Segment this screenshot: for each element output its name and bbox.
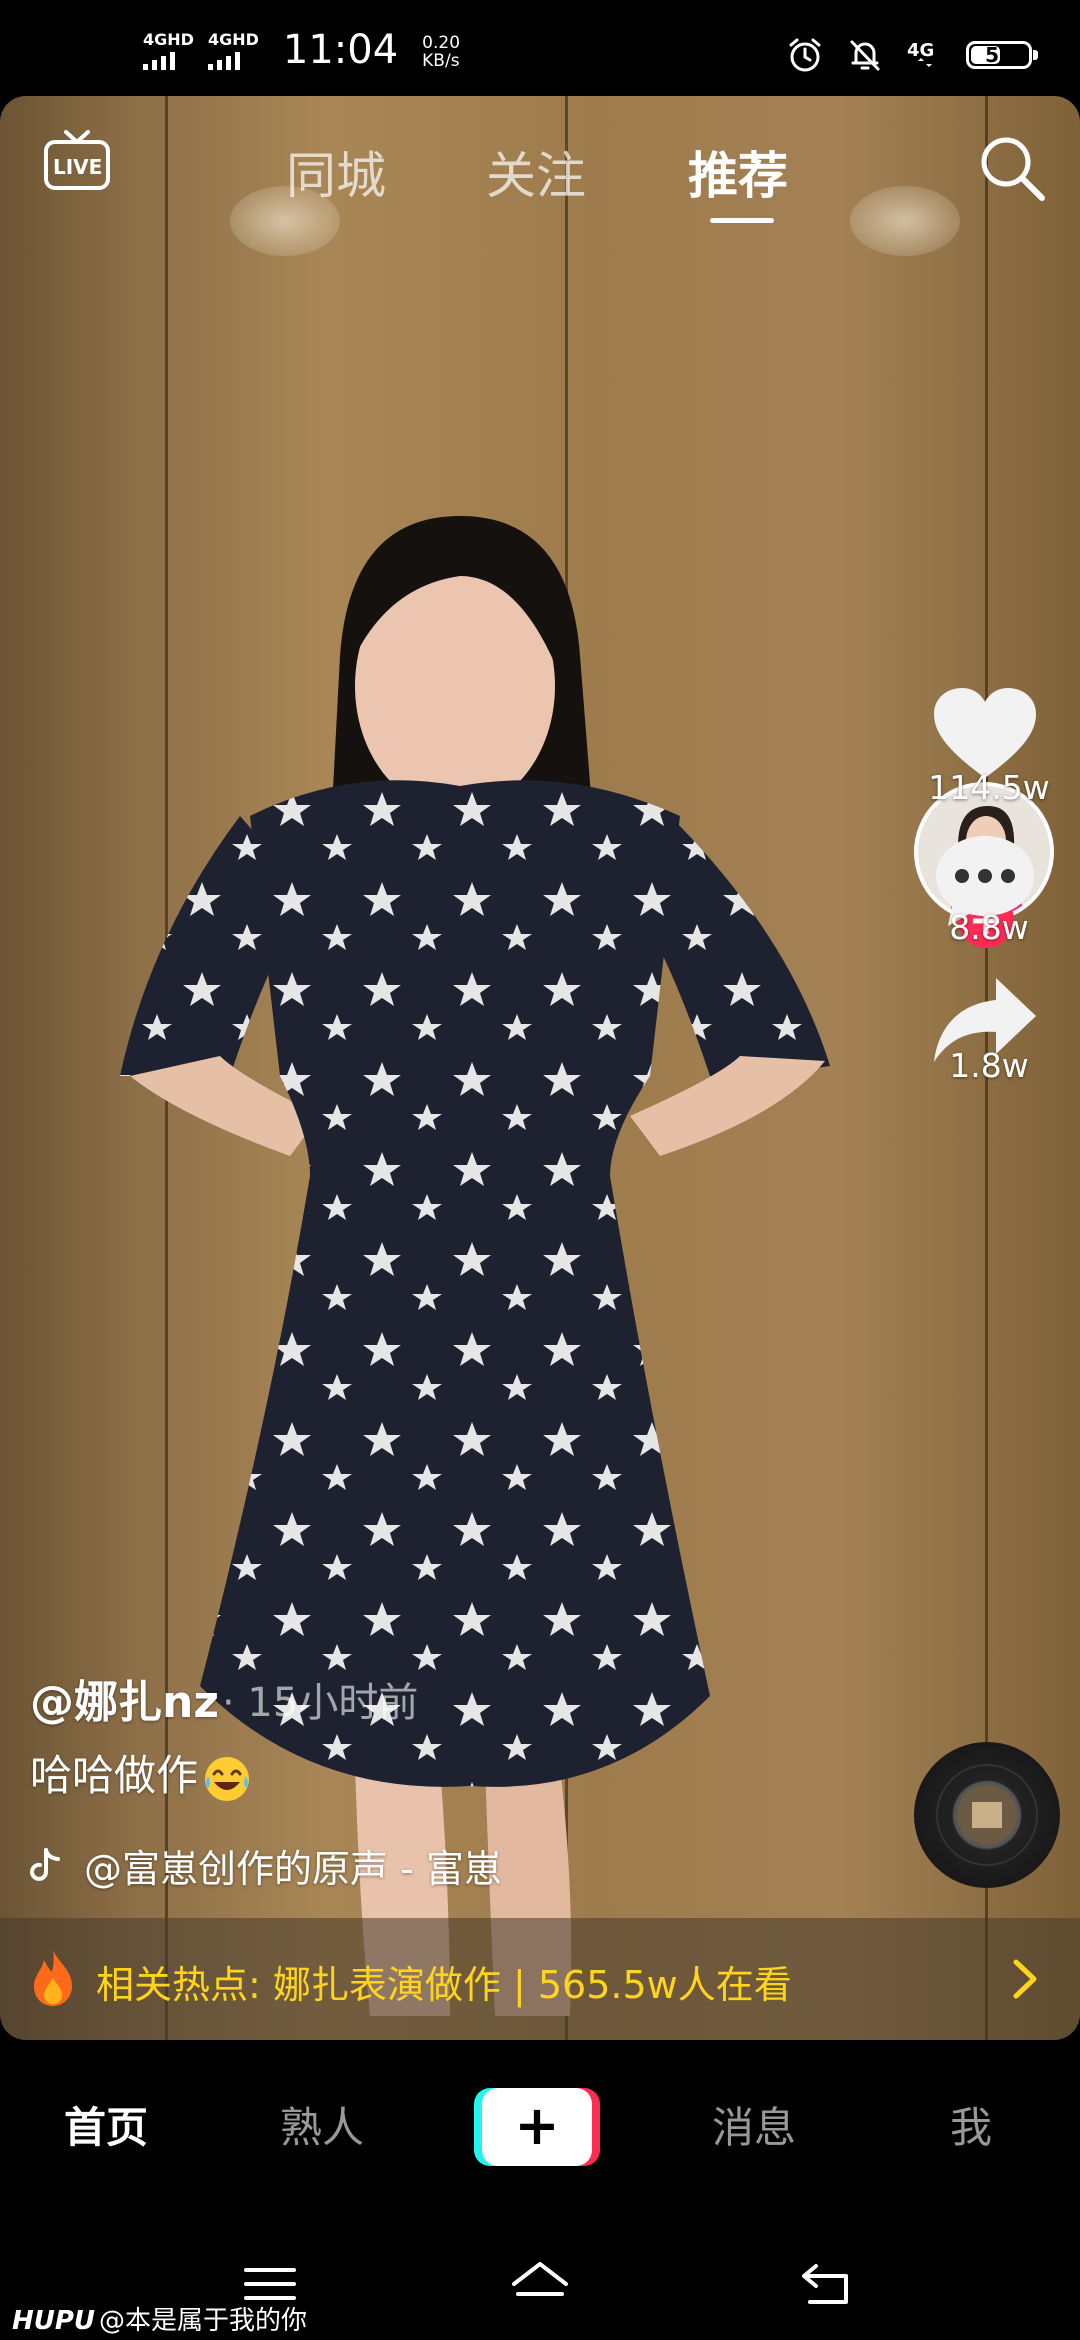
signal-2: 4GHD [207, 30, 259, 70]
description-text: 哈哈做作 [30, 1751, 199, 1800]
status-bar: 4GHD 4GHD 11:04 0.20 KB/s 4G 50 [0, 0, 1080, 96]
network-type-label: 4G [907, 40, 934, 61]
svg-text:LIVE: LIVE [53, 155, 102, 179]
active-tab-indicator [710, 218, 774, 223]
network-4g-icon: 4G [907, 40, 934, 67]
signal-1: 4GHD [143, 32, 194, 70]
music-disc-icon[interactable] [914, 1742, 1060, 1888]
search-icon[interactable] [976, 132, 1048, 204]
video-player[interactable]: LIVE 同城 关注 推荐 + 114.5w 8.8w 1.8w @娜扎nz ·… [0, 96, 1080, 2040]
hot-topic-bar[interactable]: 相关热点: 娜扎表演做作 | 565.5w人在看 [0, 1918, 1080, 2040]
hot-topic-text: 相关热点: 娜扎表演做作 | 565.5w人在看 [96, 1963, 792, 2007]
status-left: 4GHD 4GHD 11:04 0.20 KB/s [143, 30, 460, 70]
alarm-icon [789, 38, 821, 72]
nav-home[interactable]: 首页 [64, 2094, 148, 2155]
battery-icon: 50 [966, 41, 1038, 69]
create-post-button[interactable]: + [474, 2088, 600, 2166]
clock: 11:04 [282, 27, 399, 73]
top-bar: LIVE 同城 关注 推荐 [0, 96, 1080, 256]
music-info[interactable]: @富崽创作的原声 - 富崽 [30, 1838, 502, 1893]
author-name[interactable]: @娜扎nz [30, 1666, 219, 1730]
share-count: 1.8w [949, 1046, 1029, 1085]
music-title: @富崽创作的原声 - 富崽 [84, 1847, 502, 1891]
tab-nearby[interactable]: 同城 [286, 136, 386, 208]
back-icon[interactable] [796, 2254, 856, 2314]
nav-me[interactable]: 我 [950, 2094, 992, 2155]
music-cover-image [936, 1764, 1038, 1866]
flame-icon [34, 1950, 72, 2006]
net-speed: 0.20 KB/s [422, 34, 460, 70]
watermark-brand: HUPU [12, 2306, 96, 2336]
tab-following[interactable]: 关注 [486, 136, 586, 208]
laughing-tears-emoji [205, 1756, 250, 1801]
bottom-nav: 首页 熟人 + 消息 我 [0, 2040, 1080, 2250]
nav-friends[interactable]: 熟人 [280, 2094, 364, 2155]
signal-bars-icon [207, 50, 240, 70]
post-time: · 15小时前 [222, 1680, 419, 1726]
net-speed-value: 0.20 [422, 33, 461, 53]
like-count: 114.5w [928, 768, 1050, 807]
watermark: HUPU @本是属于我的你 [12, 2300, 307, 2337]
chevron-right-icon [1013, 1959, 1037, 1999]
net-speed-unit: KB/s [422, 51, 460, 71]
signal-1-label: 4GHD [143, 30, 194, 49]
signal-2-label: 4GHD [207, 30, 259, 49]
status-right: 4G 50 [786, 36, 1038, 74]
battery-level: 50 [985, 43, 1013, 67]
video-description: 哈哈做作 [30, 1742, 252, 1804]
watermark-user: @本是属于我的你 [99, 2306, 308, 2336]
comment-count: 8.8w [949, 908, 1029, 947]
live-icon[interactable]: LIVE [42, 126, 112, 196]
mute-bell-icon [850, 40, 880, 71]
signal-bars-icon [143, 50, 175, 70]
tiktok-note-icon [30, 1847, 60, 1881]
tab-recommended[interactable]: 推荐 [688, 136, 788, 208]
nav-messages[interactable]: 消息 [712, 2094, 796, 2155]
plus-icon: + [514, 2094, 560, 2157]
home-icon[interactable] [510, 2254, 570, 2314]
